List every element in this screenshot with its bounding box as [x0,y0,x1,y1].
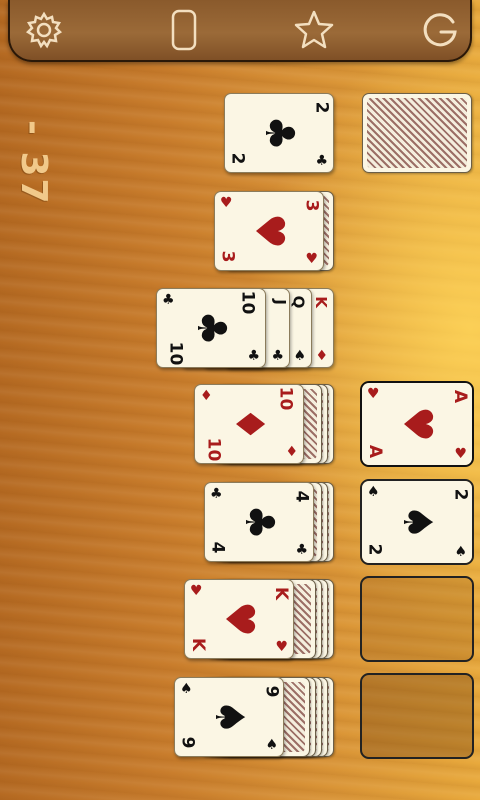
tableau-card[interactable]: 3 3 ♥ ♥ ♥ [214,191,324,271]
spade-icon: ♠ [394,504,440,540]
restart-icon[interactable] [416,8,464,52]
score-display: - 37 [10,120,60,210]
card-rank: K [188,637,209,652]
foundation-empty[interactable] [360,576,474,662]
card-deck-icon[interactable] [160,8,208,52]
spade-icon: ♠ [367,484,380,500]
card-rank: J [271,299,290,305]
heart-icon: ♥ [394,406,440,442]
card-rank: 4 [291,490,312,503]
star-icon[interactable] [290,8,338,52]
card-rank: 9 [261,685,282,698]
spade-icon: ♠ [293,348,306,364]
diamond-icon: ♦ [200,388,213,404]
card-rank: 10 [275,386,296,411]
card-rank: 2 [227,152,248,165]
club-icon: ♣ [188,310,234,346]
club-icon: ♣ [210,486,223,502]
tableau-card[interactable]: 9 9 ♠ ♠ ♠ [174,677,284,757]
stock-pile[interactable] [362,93,472,173]
club-icon: ♣ [295,542,308,558]
club-icon: ♣ [236,504,282,540]
card-rank: K [270,586,291,601]
club-icon: ♣ [247,348,260,364]
club-icon: ♣ [315,153,328,169]
club-icon: ♣ [271,348,284,364]
heart-icon: ♥ [220,195,233,211]
heart-icon: ♥ [367,386,380,402]
spade-icon: ♠ [180,681,193,697]
card-rank: 10 [237,290,258,315]
card-rank: 4 [207,541,228,554]
waste-card[interactable]: 2 2 ♣ ♣ [224,93,334,173]
heart-icon: ♥ [275,639,288,655]
heart-icon: ♥ [454,446,467,462]
tableau-card[interactable]: 10 10 ♦ ♦ ♦ [194,384,304,464]
tableau-card[interactable]: 4 4 ♣ ♣ ♣ [204,482,314,562]
card-rank: A [449,389,470,404]
foundation-card[interactable]: 2 2 ♠ ♠ ♠ [362,481,472,563]
tableau-card[interactable]: 10 10 ♣ ♣ ♣ [156,288,266,368]
heart-icon: ♥ [246,213,292,249]
spade-icon: ♠ [454,544,467,560]
club-icon: ♣ [256,115,302,151]
foundation-hearts[interactable]: A A ♥ ♥ ♥ [360,381,474,467]
diamond-icon: ♦ [285,444,298,460]
heart-icon: ♥ [305,251,318,267]
card-rank: 10 [165,341,186,366]
foundation-spades[interactable]: 2 2 ♠ ♠ ♠ [360,479,474,565]
card-rank: 2 [311,101,332,114]
card-rank: 2 [450,488,471,501]
card-rank: Q [289,295,308,309]
foundation-card[interactable]: A A ♥ ♥ ♥ [362,383,472,465]
diamond-icon: ♦ [226,406,272,442]
spade-icon: ♠ [206,699,252,735]
card-rank: K [312,296,331,308]
settings-icon[interactable] [20,8,68,52]
tableau-card[interactable]: K K ♥ ♥ ♥ [184,579,294,659]
foundation-empty[interactable] [360,673,474,759]
card-rank: A [365,444,386,459]
card-rank: 3 [301,199,322,212]
card-rank: 10 [203,437,224,462]
top-toolbar [8,0,472,62]
club-icon: ♣ [162,292,175,308]
card-rank: 9 [177,736,198,749]
spade-icon: ♠ [265,737,278,753]
diamond-icon: ♦ [315,348,328,364]
heart-icon: ♥ [216,601,262,637]
card-rank: 2 [364,543,385,556]
heart-icon: ♥ [190,583,203,599]
score-value: - 37 [13,120,54,206]
card-rank: 3 [217,250,238,263]
